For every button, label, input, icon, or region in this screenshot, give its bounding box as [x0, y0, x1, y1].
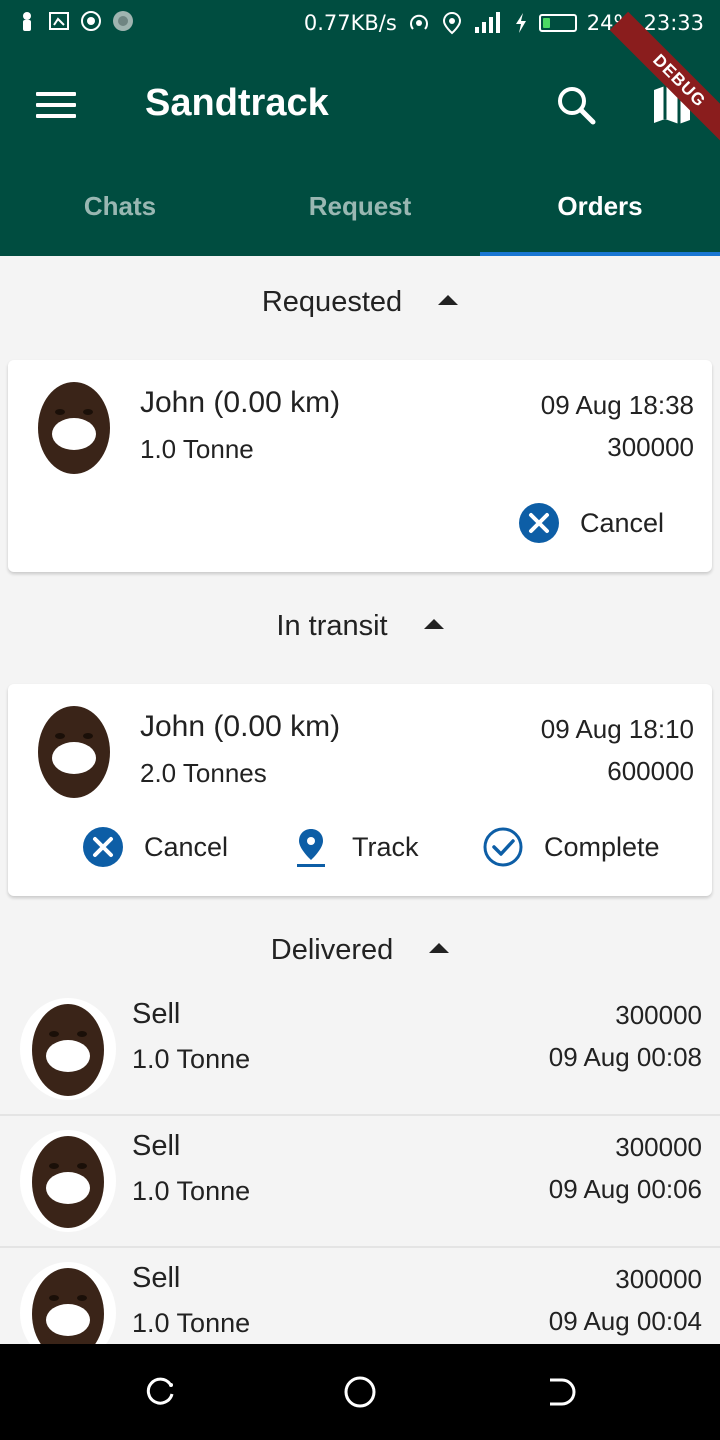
record-icon [81, 11, 101, 31]
cancel-label: Cancel [579, 507, 664, 538]
avatar [26, 376, 122, 478]
item-quantity: 1.0 Tonne [132, 1176, 251, 1206]
clock: 23:33 [643, 11, 704, 35]
avatar [20, 998, 116, 1100]
section-title: In transit [276, 610, 388, 642]
complete-label: Complete [544, 831, 660, 862]
order-date: 09 Aug 18:10 [540, 714, 694, 744]
avatar [26, 700, 122, 802]
menu-icon-line [36, 103, 76, 107]
track-button[interactable]: Track [290, 826, 419, 868]
charging-icon [515, 13, 526, 33]
app-icon [113, 11, 133, 31]
item-price: 300000 [615, 1264, 702, 1294]
order-name: John (0.00 km) [140, 386, 341, 419]
item-name: Sell [132, 1130, 181, 1162]
location-icon [442, 11, 461, 35]
avatar [20, 1130, 116, 1232]
section-title: Delivered [270, 934, 394, 966]
item-quantity: 1.0 Tonne [132, 1044, 251, 1074]
cancel-icon [518, 503, 559, 543]
signal-icon [474, 12, 500, 33]
item-quantity: 1.0 Tonne [132, 1308, 251, 1338]
tab-orders[interactable]: Orders [480, 176, 720, 256]
order-date: 09 Aug 18:38 [540, 390, 694, 420]
hotspot-icon [409, 14, 428, 30]
order-card-requested[interactable]: John (0.00 km) 1.0 Tonne 09 Aug 18:38 30… [8, 360, 712, 572]
recents-icon[interactable] [142, 1374, 178, 1410]
tab-bar: Chats Request Orders [0, 176, 720, 256]
track-label: Track [352, 831, 419, 862]
section-header-in-transit[interactable]: In transit [0, 610, 720, 660]
list-item[interactable]: Sell 1.0 Tonne 300000 09 Aug 00:08 [0, 984, 720, 1116]
menu-icon-line [36, 114, 76, 118]
location-pin-icon [297, 829, 325, 867]
order-price: 600000 [607, 756, 694, 786]
screenshot-icon [49, 12, 69, 30]
item-name: Sell [132, 998, 181, 1030]
collapse-arrow-icon [429, 943, 450, 954]
item-name: Sell [132, 1262, 181, 1294]
section-header-requested[interactable]: Requested [0, 286, 720, 336]
app-bar: Sandtrack DEBUG Chats Request Orders [0, 11, 720, 256]
menu-icon-line [36, 92, 76, 96]
order-name: John (0.00 km) [140, 710, 341, 743]
item-date: 09 Aug 00:06 [548, 1174, 702, 1204]
net-speed: 0.77KB/s [303, 11, 397, 35]
cancel-icon [83, 827, 123, 867]
app-title: Sandtrack [145, 82, 329, 124]
section-header-delivered[interactable]: Delivered [0, 934, 720, 984]
collapse-arrow-icon [438, 295, 459, 306]
tab-request[interactable]: Request [240, 176, 480, 256]
list-item[interactable]: Sell 1.0 Tonne 300000 09 Aug 00:06 [0, 1116, 720, 1248]
tab-chats[interactable]: Chats [0, 176, 240, 256]
search-icon[interactable] [553, 82, 599, 128]
order-card-in-transit[interactable]: John (0.00 km) 2.0 Tonnes 09 Aug 18:10 6… [8, 684, 712, 896]
notification-icon [23, 12, 31, 31]
item-price: 300000 [615, 1000, 702, 1030]
order-quantity: 2.0 Tonnes [140, 758, 267, 788]
collapse-arrow-icon [423, 619, 444, 630]
menu-button[interactable] [36, 88, 76, 122]
cancel-button[interactable]: Cancel [518, 502, 664, 544]
cancel-label: Cancel [144, 831, 229, 862]
status-bar: 0.77KB/s 24% 23:33 [0, 0, 720, 48]
battery-fill [542, 18, 550, 28]
item-price: 300000 [615, 1132, 702, 1162]
back-icon[interactable] [542, 1374, 578, 1410]
item-date: 09 Aug 00:04 [548, 1306, 702, 1336]
battery-icon [538, 14, 577, 32]
check-circle-icon [483, 827, 523, 867]
home-icon[interactable] [342, 1374, 378, 1410]
item-date: 09 Aug 00:08 [548, 1042, 702, 1072]
order-price: 300000 [607, 432, 694, 462]
section-title: Requested [261, 286, 403, 318]
cancel-button[interactable]: Cancel [82, 826, 228, 868]
system-nav-bar [0, 1344, 720, 1440]
complete-button[interactable]: Complete [482, 826, 660, 868]
order-quantity: 1.0 Tonne [140, 434, 254, 464]
